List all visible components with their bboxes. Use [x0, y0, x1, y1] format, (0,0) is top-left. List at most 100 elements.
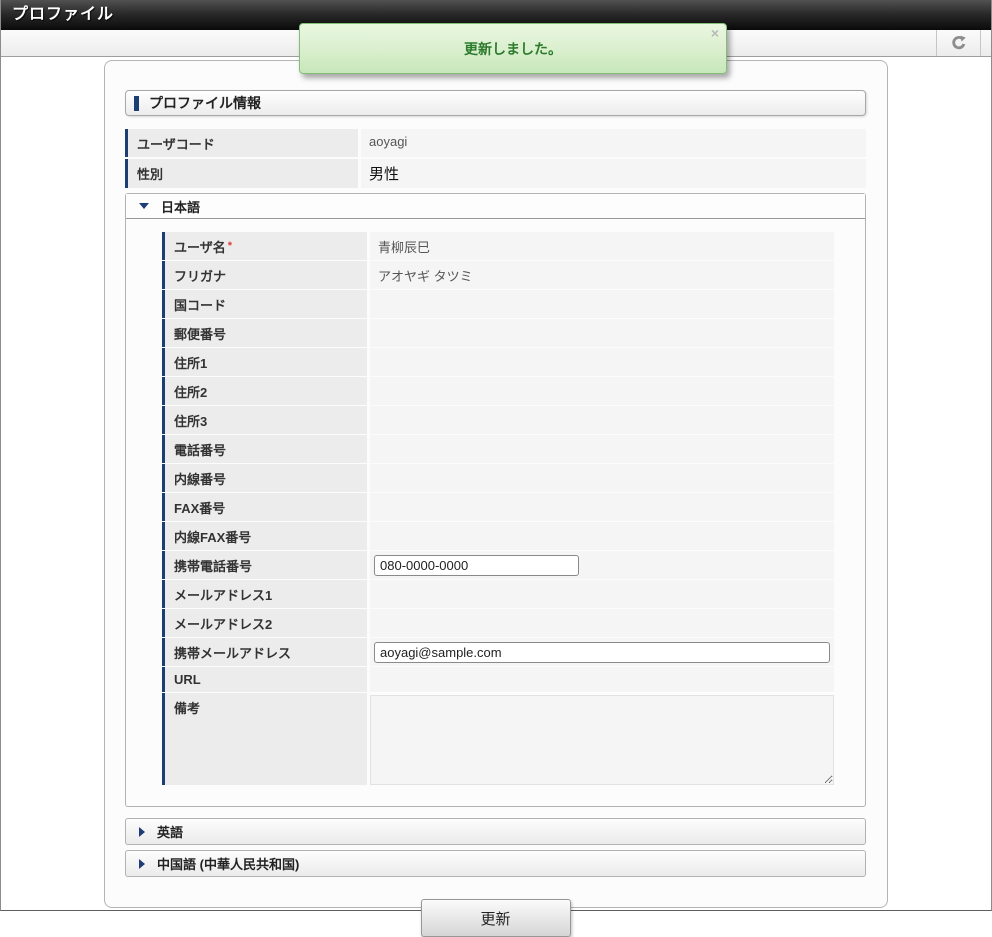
email-address-1-value: [370, 580, 834, 608]
mobile-phone-number-row: 携帯電話番号: [162, 551, 834, 579]
furigana-row: フリガナ アオヤギ タツミ: [162, 261, 834, 289]
extension-fax-number-value: [370, 522, 834, 550]
email-address-2-label: メールアドレス2: [162, 609, 367, 637]
user-name-label-text: ユーザ名: [174, 240, 226, 255]
address-3-label: 住所3: [162, 406, 367, 434]
furigana-label-text: フリガナ: [174, 269, 227, 284]
address-2-label: 住所2: [162, 377, 367, 405]
country-code-row: 国コード: [162, 290, 834, 318]
email-address-1-label: メールアドレス1: [162, 580, 367, 608]
address-1-value: [370, 348, 834, 376]
mobile-phone-number-value-cell: [370, 551, 834, 579]
expand-triangle-icon: [139, 858, 145, 869]
postal-code-value: [370, 319, 834, 347]
extension-fax-number-label-text: 内線FAX番号: [174, 530, 252, 545]
postal-code-label: 郵便番号: [162, 319, 367, 347]
user-name-value: 青柳辰巳: [370, 232, 834, 260]
url-label-text: URL: [174, 672, 201, 687]
remarks-row: 備考: [162, 693, 834, 785]
address-1-label-text: 住所1: [174, 356, 208, 371]
extension-fax-number-row: 内線FAX番号: [162, 522, 834, 550]
remarks-label: 備考: [162, 693, 367, 785]
required-asterisk-icon: *: [227, 240, 233, 252]
profile-card: プロファイル情報 ユーザコード aoyagi 性別 男性 日本語 ユーザ名 * 青柳辰巳フ…: [104, 60, 888, 937]
user-code-value: aoyagi: [361, 129, 866, 157]
country-code-label-text: 国コード: [174, 298, 227, 313]
user-code-label: ユーザコード: [125, 129, 358, 157]
section-japanese: 日本語 ユーザ名 * 青柳辰巳フリガナ アオヤギ タツミ国コード郵便番号住所1 住所2 住…: [125, 193, 866, 807]
section-chinese: 中国語 (中華人民共和国): [125, 850, 866, 877]
gender-row: 性別 男性: [125, 159, 866, 188]
extension-number-label-text: 内線番号: [174, 472, 227, 487]
section-japanese-label: 日本語: [161, 199, 201, 215]
url-label: URL: [162, 667, 367, 692]
remarks-value-cell: [370, 693, 834, 785]
email-address-1-row: メールアドレス1: [162, 580, 834, 608]
furigana-label: フリガナ: [162, 261, 367, 289]
profile-top-rows: ユーザコード aoyagi 性別 男性: [125, 129, 866, 188]
toast-message: 更新しました。: [464, 40, 562, 57]
phone-number-value: [370, 435, 834, 463]
address-1-row: 住所1: [162, 348, 834, 376]
gender-value: 男性: [361, 159, 866, 188]
expand-triangle-icon: [139, 826, 145, 837]
email-address-2-value: [370, 609, 834, 637]
refresh-button[interactable]: [936, 30, 981, 56]
mobile-phone-number-input[interactable]: [374, 554, 579, 576]
fax-number-row: FAX番号: [162, 493, 834, 521]
panel-accent-bar-icon: [134, 95, 139, 111]
section-japanese-content: ユーザ名 * 青柳辰巳フリガナ アオヤギ タツミ国コード郵便番号住所1 住所2 住所3 電話…: [126, 219, 865, 806]
furigana-value: アオヤギ タツミ: [370, 261, 834, 289]
collapse-triangle-icon: [139, 203, 149, 209]
section-chinese-label: 中国語 (中華人民共和国): [157, 857, 300, 872]
postal-code-label-text: 郵便番号: [174, 327, 227, 342]
email-address-1-label-text: メールアドレス1: [174, 588, 273, 603]
email-address-2-label-text: メールアドレス2: [174, 617, 273, 632]
section-chinese-header[interactable]: 中国語 (中華人民共和国): [126, 851, 865, 876]
panel-title: プロファイル情報: [149, 95, 261, 111]
address-2-row: 住所2: [162, 377, 834, 405]
user-name-row: ユーザ名 * 青柳辰巳: [162, 232, 834, 260]
extension-number-value: [370, 464, 834, 492]
url-value: [370, 667, 834, 692]
remarks-textarea[interactable]: [370, 695, 834, 785]
mobile-email-address-input[interactable]: [374, 641, 830, 663]
toast-close-icon[interactable]: ×: [711, 26, 719, 40]
phone-number-label-text: 電話番号: [174, 443, 227, 458]
success-toast: 更新しました。 ×: [299, 23, 727, 74]
extension-number-row: 内線番号: [162, 464, 834, 492]
refresh-icon: [950, 35, 967, 52]
phone-number-row: 電話番号: [162, 435, 834, 463]
section-english-label: 英語: [157, 825, 184, 840]
fax-number-label: FAX番号: [162, 493, 367, 521]
address-3-value: [370, 406, 834, 434]
gender-label: 性別: [125, 159, 358, 188]
user-code-label-text: ユーザコード: [137, 137, 215, 152]
section-english: 英語: [125, 818, 866, 845]
country-code-value: [370, 290, 834, 318]
gender-label-text: 性別: [137, 167, 164, 182]
update-button[interactable]: 更新: [420, 899, 571, 937]
country-code-label: 国コード: [162, 290, 367, 318]
postal-code-row: 郵便番号: [162, 319, 834, 347]
section-english-header[interactable]: 英語: [126, 819, 865, 844]
address-2-value: [370, 377, 834, 405]
profile-info-panel-header: プロファイル情報: [125, 90, 866, 116]
mobile-email-address-label: 携帯メールアドレス: [162, 638, 367, 666]
mobile-email-address-row: 携帯メールアドレス: [162, 638, 834, 666]
url-row: URL: [162, 667, 834, 692]
extension-number-label: 内線番号: [162, 464, 367, 492]
section-japanese-header[interactable]: 日本語: [126, 194, 865, 219]
mobile-phone-number-label: 携帯電話番号: [162, 551, 367, 579]
mobile-phone-number-label-text: 携帯電話番号: [174, 559, 253, 574]
fax-number-label-text: FAX番号: [174, 501, 226, 516]
address-2-label-text: 住所2: [174, 385, 208, 400]
extension-fax-number-label: 内線FAX番号: [162, 522, 367, 550]
address-3-row: 住所3: [162, 406, 834, 434]
address-1-label: 住所1: [162, 348, 367, 376]
remarks-label-text: 備考: [174, 701, 201, 716]
phone-number-label: 電話番号: [162, 435, 367, 463]
mobile-email-address-value-cell: [370, 638, 834, 666]
email-address-2-row: メールアドレス2: [162, 609, 834, 637]
fax-number-value: [370, 493, 834, 521]
